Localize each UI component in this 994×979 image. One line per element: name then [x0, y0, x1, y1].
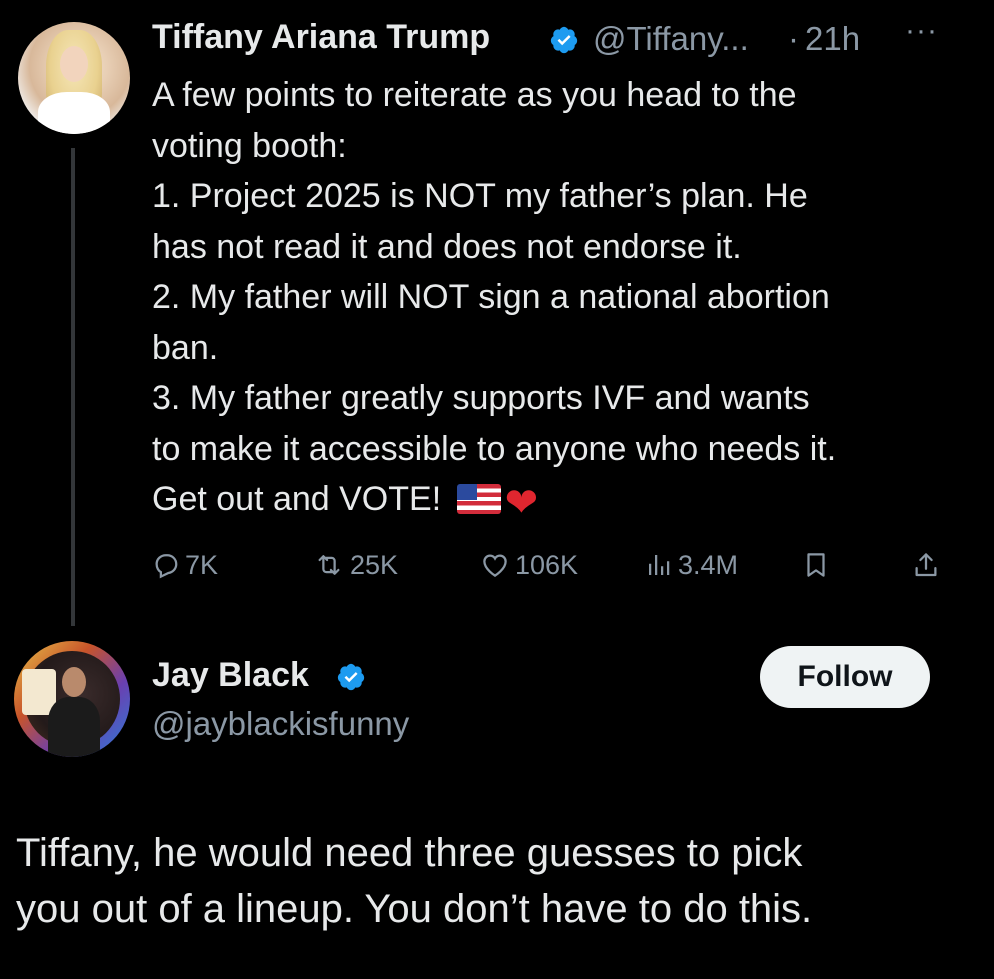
bookmark-icon [807, 553, 825, 577]
reply-count: 7K [185, 549, 219, 580]
reply-user-name[interactable]: Jay Black [152, 656, 309, 695]
reply-user-handle[interactable]: @jayblackisfunny [152, 705, 409, 743]
more-icon[interactable]: ··· [905, 14, 938, 48]
repost-icon [318, 555, 340, 575]
reply-button[interactable]: 7K [151, 545, 218, 585]
like-icon [483, 554, 507, 577]
author-avatar[interactable] [18, 22, 130, 134]
thread-connector-line [71, 148, 75, 626]
heart-emoji: ❤ [504, 481, 539, 525]
verified-badge-icon [337, 663, 365, 691]
share-icon [915, 553, 937, 577]
author-name[interactable]: Tiffany Ariana Trump [152, 18, 490, 57]
views-count: 3.4M [678, 549, 739, 580]
post-time[interactable]: 21h [805, 20, 860, 58]
reply-text: Tiffany, he would need three guesses to … [16, 831, 813, 931]
time-separator: · [788, 20, 799, 57]
avatar-person-body [48, 697, 100, 757]
like-button[interactable]: 106K [479, 545, 578, 585]
post-text: A few points to reiterate as you head to… [152, 70, 952, 525]
author-handle[interactable]: @Tiffany... [593, 20, 749, 58]
verified-badge-icon [550, 26, 578, 54]
repost-button[interactable]: 25K [312, 545, 398, 585]
avatar-face [60, 46, 88, 82]
reply-user-avatar[interactable] [14, 641, 130, 757]
avatar-person-head [62, 667, 86, 697]
avatar-dress [38, 92, 110, 134]
reply-icon [155, 554, 178, 579]
like-count: 106K [515, 549, 579, 580]
views-button[interactable]: 3.4M [644, 545, 738, 585]
bookmark-button[interactable] [801, 545, 831, 585]
share-button[interactable] [911, 545, 941, 585]
repost-count: 25K [350, 549, 399, 580]
views-icon [649, 555, 670, 575]
flag-us-emoji [456, 484, 501, 514]
follow-button[interactable]: Follow [760, 646, 930, 708]
post-text-body: A few points to reiterate as you head to… [152, 76, 837, 518]
